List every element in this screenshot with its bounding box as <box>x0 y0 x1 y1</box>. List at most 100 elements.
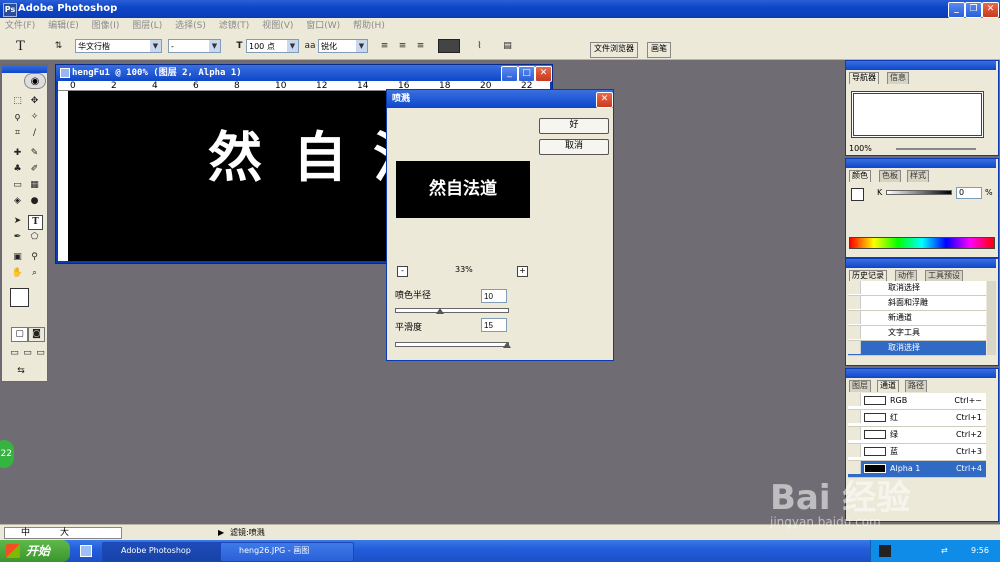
tab-color[interactable]: 颜色 <box>849 170 871 182</box>
zoom-out-button[interactable]: - <box>397 266 408 277</box>
smooth-slider-thumb[interactable] <box>503 342 511 348</box>
cancel-button[interactable]: 取消 <box>539 139 609 155</box>
jump-to-imageready-icon[interactable]: ⇆ <box>11 365 31 378</box>
menu-file[interactable]: 文件(F) <box>5 21 35 31</box>
menu-layer[interactable]: 图层(L) <box>132 21 162 31</box>
history-scrollbar[interactable] <box>987 281 996 355</box>
history-brush-icon[interactable]: ✐ <box>28 163 41 176</box>
eyedropper-icon[interactable]: ⚲ <box>28 251 41 264</box>
lasso-icon[interactable]: ϙ <box>11 111 24 124</box>
notification-badge[interactable]: 22 <box>0 440 14 468</box>
tab-file-browser[interactable]: 文件浏览器 <box>590 42 638 58</box>
tab-layers[interactable]: 图层 <box>849 380 871 392</box>
restore-button[interactable]: ❐ <box>965 2 982 18</box>
menu-edit[interactable]: 编辑(E) <box>48 21 79 31</box>
ime-bar[interactable]: 中大 <box>4 527 122 539</box>
eraser-icon[interactable]: ▭ <box>11 179 24 192</box>
color-ramp[interactable] <box>849 237 995 249</box>
zoom-icon[interactable]: ⌕ <box>28 267 41 280</box>
menu-image[interactable]: 图像(I) <box>92 21 120 31</box>
history-item[interactable]: 文字工具 <box>848 326 986 341</box>
tab-brush[interactable]: 画笔 <box>647 42 671 58</box>
visibility-eye-icon[interactable] <box>848 410 861 423</box>
filter-preview[interactable]: 然自法道 <box>396 161 530 218</box>
blur-icon[interactable]: ◈ <box>11 195 24 208</box>
brush-icon[interactable]: ✎ <box>28 147 41 160</box>
zoom-in-button[interactable]: + <box>517 266 528 277</box>
healing-icon[interactable]: ✚ <box>11 147 24 160</box>
crop-icon[interactable]: ⌗ <box>11 127 24 140</box>
close-button[interactable]: ✕ <box>982 2 999 18</box>
font-style-select[interactable]: - ▼ <box>168 39 221 53</box>
screen-mode-3-icon[interactable]: ▭ <box>34 347 47 360</box>
radius-slider[interactable] <box>395 308 509 313</box>
history-item[interactable]: 取消选择 <box>848 281 986 296</box>
doc-minimize-button[interactable]: _ <box>501 66 518 82</box>
quickmask-mode-icon[interactable]: ◙ <box>28 327 45 342</box>
tab-swatches[interactable]: 色板 <box>879 170 901 182</box>
channel-row[interactable]: 绿 Ctrl+2 <box>848 427 986 444</box>
ok-button[interactable]: 好 <box>539 118 609 134</box>
menu-filter[interactable]: 滤镜(T) <box>219 21 250 31</box>
visibility-eye-icon[interactable] <box>848 427 861 440</box>
radius-slider-thumb[interactable] <box>435 308 444 314</box>
magic-wand-icon[interactable]: ✧ <box>28 111 41 124</box>
menu-select[interactable]: 选择(S) <box>175 21 206 31</box>
task-photoshop[interactable]: Adobe Photoshop <box>102 542 236 562</box>
align-center-icon[interactable]: ≡ <box>396 40 409 53</box>
type-tool-active-icon[interactable]: T <box>28 215 43 230</box>
navigator-thumbnail[interactable] <box>851 91 984 138</box>
anti-alias-select[interactable]: 锐化 ▼ <box>318 39 368 53</box>
visibility-eye-icon[interactable] <box>848 444 861 457</box>
tab-navigator[interactable]: 导航器 <box>849 72 879 84</box>
screen-mode-2-icon[interactable]: ▭ <box>21 347 34 360</box>
font-size-select[interactable]: 100 点 ▼ <box>246 39 299 53</box>
shape-icon[interactable]: ⬠ <box>28 231 41 244</box>
palettes-icon[interactable]: ▤ <box>501 40 514 53</box>
pen-icon[interactable]: ✒ <box>11 231 24 244</box>
type-tool-icon[interactable]: T <box>14 40 27 53</box>
slice-icon[interactable]: ∕ <box>28 127 41 140</box>
screen-mode-1-icon[interactable]: ▭ <box>8 347 21 360</box>
history-item-selected[interactable]: 取消选择 <box>848 341 986 356</box>
k-slider[interactable] <box>886 190 952 195</box>
stamp-icon[interactable]: ♣ <box>11 163 24 176</box>
menu-view[interactable]: 视图(V) <box>262 21 293 31</box>
tab-info[interactable]: 信息 <box>887 72 909 84</box>
dialog-close-button[interactable]: ✕ <box>596 92 613 108</box>
minimize-button[interactable]: _ <box>948 2 965 18</box>
orientation-icon[interactable]: ⇅ <box>52 40 65 53</box>
navigator-zoom-slider[interactable] <box>896 148 976 150</box>
tab-channels[interactable]: 通道 <box>877 380 899 392</box>
quick-launch-icon[interactable] <box>80 545 92 557</box>
tray-network-icon[interactable]: ⇄ <box>941 540 948 562</box>
doc-close-button[interactable]: ✕ <box>535 66 552 82</box>
notes-icon[interactable]: ▣ <box>11 251 24 264</box>
menu-help[interactable]: 帮助(H) <box>353 21 385 31</box>
marquee-icon[interactable]: ⬚ <box>11 95 24 108</box>
align-left-icon[interactable]: ≡ <box>378 40 391 53</box>
doc-maximize-button[interactable]: □ <box>518 66 535 82</box>
menu-window[interactable]: 窗口(W) <box>306 21 340 31</box>
align-right-icon[interactable]: ≡ <box>414 40 427 53</box>
text-color-swatch[interactable] <box>438 39 460 53</box>
smooth-slider[interactable] <box>395 342 509 347</box>
channel-row[interactable]: 蓝 Ctrl+3 <box>848 444 986 461</box>
visibility-eye-icon[interactable] <box>848 393 861 406</box>
font-family-select[interactable]: 华文行楷 ▼ <box>75 39 162 53</box>
k-value-input[interactable]: 0 <box>956 187 982 199</box>
hand-icon[interactable]: ✋ <box>11 267 24 280</box>
move-icon[interactable]: ✥ <box>28 95 41 108</box>
task-paint[interactable]: heng26.JPG - 画图 <box>220 542 354 562</box>
path-select-icon[interactable]: ➤ <box>11 215 24 228</box>
history-item[interactable]: 斜面和浮雕 <box>848 296 986 311</box>
warp-text-icon[interactable]: ⌇ <box>473 40 486 53</box>
tab-styles[interactable]: 样式 <box>907 170 929 182</box>
history-item[interactable]: 新通道 <box>848 311 986 326</box>
gradient-icon[interactable]: ▦ <box>28 179 41 192</box>
channel-row[interactable]: 红 Ctrl+1 <box>848 410 986 427</box>
tray-app-icon[interactable] <box>879 545 891 557</box>
smooth-input[interactable] <box>481 318 507 332</box>
tab-paths[interactable]: 路径 <box>905 380 927 392</box>
palette-fg-swatch[interactable] <box>851 188 864 201</box>
